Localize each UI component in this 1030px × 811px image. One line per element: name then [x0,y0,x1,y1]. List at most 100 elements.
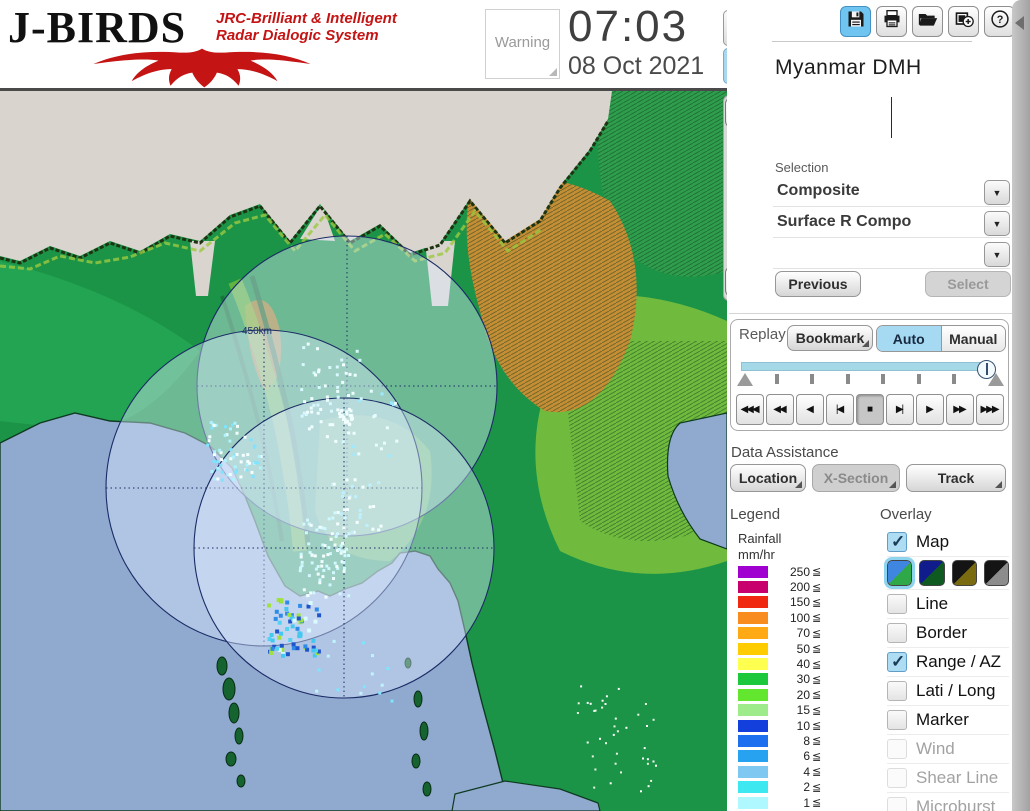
radar-map[interactable]: 450km [0,91,727,811]
rain-cell [390,401,394,405]
legend-row: 4 ≦ [738,764,824,779]
rain-cell [298,569,302,573]
slider-start-marker[interactable] [737,373,753,386]
legend-value: 70 [796,626,810,641]
resize-corner-icon [549,68,557,76]
overlay-item-map[interactable]: Map [887,527,1009,556]
legend-value: 200 [789,580,810,595]
map-style-swatch[interactable] [919,560,945,586]
forward-fastest-button[interactable]: ▶▶▶ [976,394,1004,425]
overlay-item-line[interactable]: Line [887,589,1009,618]
track-button[interactable]: Track [906,464,1006,492]
rain-cell [332,639,336,643]
stop-button[interactable]: ■ [856,394,884,425]
track-button-label: Track [937,470,975,486]
legend-swatch [738,658,768,671]
rain-cell [300,388,304,392]
rain-cell [644,703,647,705]
rain-cell [369,389,373,393]
checkbox[interactable] [887,681,907,701]
auto-button[interactable]: Auto [877,326,942,351]
rain-cell [347,594,351,598]
print-button[interactable] [876,6,907,37]
checkbox[interactable] [887,594,907,614]
rain-cell [362,641,366,645]
rain-cell [279,631,284,636]
rain-cell [333,561,337,565]
rain-cell [338,592,342,596]
checkbox [887,768,907,788]
dropdown-composite[interactable]: Composite ▼ [773,180,1010,207]
rain-cell [248,461,251,465]
help-button[interactable]: ? [984,6,1015,37]
forward-fast-button[interactable]: ▶▶ [946,394,974,425]
legend-lte-symbol: ≦ [812,596,822,609]
slider-end-marker[interactable] [988,373,1004,386]
legend-value: 10 [796,718,810,733]
rain-cell [269,651,274,655]
rain-cell [212,459,216,463]
rewind-fast-button[interactable]: ◀◀ [766,394,794,425]
manual-button[interactable]: Manual [941,326,1005,351]
rain-cell [390,699,394,703]
save-button[interactable] [840,6,871,37]
legend-swatch [738,765,768,778]
eagle-icon [93,48,311,88]
overlay-item-range-az[interactable]: Range / AZ [887,647,1009,676]
rain-cell [615,752,618,755]
overlay-item-marker[interactable]: Marker [887,705,1009,734]
slider-tick [916,374,921,384]
legend-row: 100 ≦ [738,610,824,625]
bookmark-button[interactable]: Bookmark [787,325,873,351]
legend-value: 1 [803,795,810,810]
select-button[interactable]: Select [925,271,1011,297]
rain-cell [342,569,346,573]
location-button[interactable]: Location [730,464,806,492]
rain-cell [317,668,321,672]
previous-button[interactable]: Previous [775,271,861,297]
legend-lte-symbol: ≦ [812,612,822,625]
checkbox[interactable] [887,710,907,730]
rain-cell [224,425,227,429]
map-style-swatch[interactable] [983,560,1009,586]
rain-cell [229,427,232,431]
play-button[interactable]: ▶ [916,394,944,425]
overlay-item-lati-long[interactable]: Lati / Long [887,676,1009,705]
open-folder-button[interactable] [912,6,943,37]
checkbox[interactable] [887,531,907,552]
checkbox [887,739,907,759]
xsection-button[interactable]: X-Section [812,464,900,492]
rain-cell [274,609,279,614]
checkbox[interactable] [887,623,907,643]
rain-cell [350,530,354,534]
play-reverse-button[interactable]: ◀ [796,394,824,425]
rain-cell [232,478,236,481]
map-style-swatch[interactable] [883,557,916,589]
rain-cell [650,779,653,782]
replay-label: Replay [739,326,786,343]
panel-collapse-bar[interactable] [1012,0,1030,811]
chevron-down-icon[interactable]: ▼ [984,180,1010,205]
warning-panel[interactable]: Warning [485,9,560,79]
chevron-down-icon[interactable]: ▼ [984,242,1010,267]
overlay-item-label: Map [916,531,950,551]
rain-cell [229,448,233,452]
rain-cell [306,604,311,609]
checkbox[interactable] [887,652,907,672]
add-capture-button[interactable] [948,6,979,37]
step-forward-button[interactable]: ▶| [886,394,914,425]
rain-cell [316,565,320,568]
dropdown-product[interactable]: Surface R Compo ▼ [773,211,1010,238]
rain-cell [614,762,617,765]
rain-cell [307,574,311,578]
overlay-item-border[interactable]: Border [887,618,1009,647]
rain-cell [339,544,343,548]
rain-cell [617,687,620,690]
dropdown-extra[interactable]: ▼ [773,242,1010,269]
map-style-swatch[interactable] [951,560,977,586]
step-back-button[interactable]: |◀ [826,394,854,425]
replay-slider-track[interactable] [741,360,996,379]
rewind-fastest-button[interactable]: ◀◀◀ [736,394,764,425]
chevron-down-icon[interactable]: ▼ [984,211,1010,236]
collapse-left-icon [1015,16,1024,30]
